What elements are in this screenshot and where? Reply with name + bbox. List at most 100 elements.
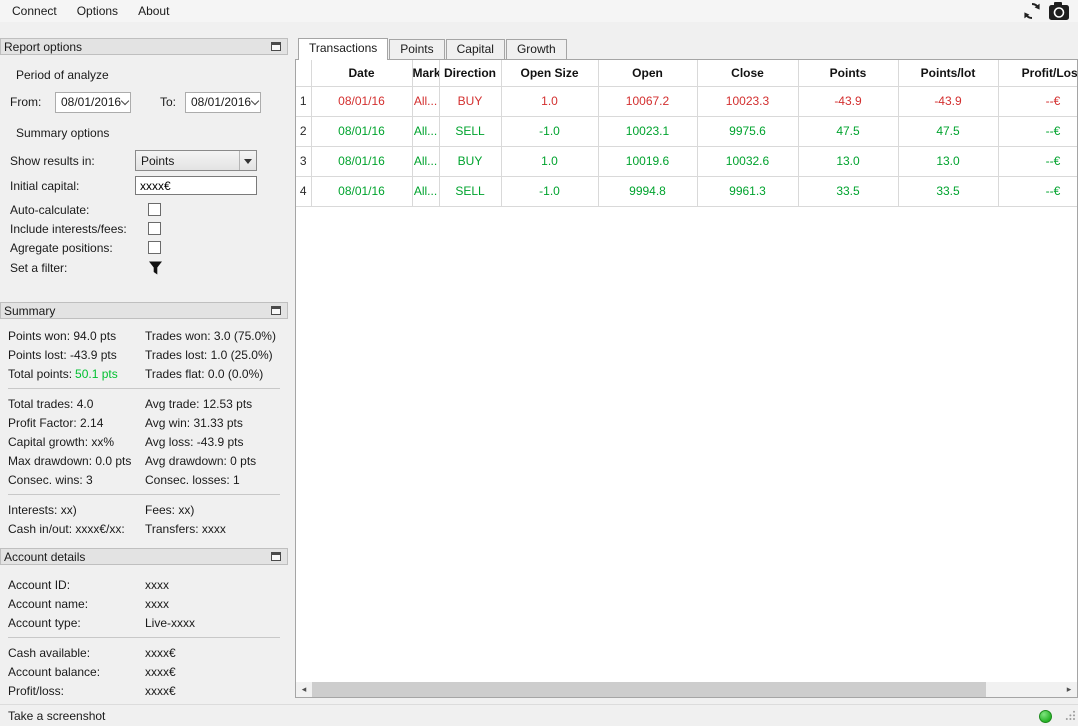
tab-growth[interactable]: Growth <box>505 39 567 59</box>
row-number[interactable]: 1 <box>296 86 312 117</box>
tab-bar: Transactions Points Capital Growth <box>295 38 1078 60</box>
summary-body: Points won: 94.0 pts Trades won: 3.0 (75… <box>0 319 288 548</box>
table-header-row: Date Market Direction Open Size Open Clo… <box>296 60 1077 87</box>
tab-transactions[interactable]: Transactions <box>298 38 389 60</box>
table-row[interactable]: 2 08/01/16 All... SELL -1.0 10023.1 9975… <box>296 116 1077 147</box>
cell-open: 10067.2 <box>598 86 698 117</box>
include-interests-row: Include interests/fees: <box>10 221 288 236</box>
table-row[interactable]: 1 08/01/16 All... BUY 1.0 10067.2 10023.… <box>296 86 1077 117</box>
account-row: Account name: xxxx <box>8 594 282 613</box>
stat-points-lost: Points lost: -43.9 pts <box>8 347 117 362</box>
status-bar: Take a screenshot <box>0 704 1078 726</box>
stat-max-drawdown: Max drawdown: 0.0 pts <box>8 453 132 468</box>
table-row[interactable]: 4 08/01/16 All... SELL -1.0 9994.8 9961.… <box>296 176 1077 207</box>
menu-about[interactable]: About <box>128 1 179 21</box>
row-number[interactable]: 4 <box>296 176 312 207</box>
cash-available-value: xxxx€ <box>145 645 176 660</box>
cell-open: 10023.1 <box>598 116 698 147</box>
account-id-value: xxxx <box>145 577 169 592</box>
column-header-open[interactable]: Open <box>598 60 698 87</box>
to-label: To: <box>160 95 177 109</box>
row-number[interactable]: 3 <box>296 146 312 177</box>
panel-header-account-details[interactable]: Account details <box>0 548 288 565</box>
float-panel-icon[interactable] <box>271 306 281 315</box>
float-panel-icon[interactable] <box>271 552 281 561</box>
account-id-label: Account ID: <box>8 577 71 592</box>
panel-account-details: Account details Account ID: xxxx Account… <box>0 548 288 700</box>
column-header-close[interactable]: Close <box>697 60 799 87</box>
show-results-value: Points <box>141 153 175 168</box>
screenshot-camera-icon[interactable] <box>1048 1 1070 21</box>
account-balance-value: xxxx€ <box>145 664 176 679</box>
stat-row: Interests: xx) Fees: xx) <box>8 500 282 519</box>
column-header-date[interactable]: Date <box>311 60 413 87</box>
divider <box>8 388 280 389</box>
cell-close: 10023.3 <box>697 86 799 117</box>
include-interests-fees-label: Include interests/fees: <box>10 221 127 236</box>
stat-capital-growth: Capital growth: xx% <box>8 434 115 449</box>
chevron-down-icon <box>251 98 255 106</box>
cell-close: 10032.6 <box>697 146 799 177</box>
show-results-label: Show results in: <box>10 153 95 168</box>
profit-loss-label: Profit/loss: <box>8 683 65 698</box>
connection-status-dot <box>1039 710 1052 723</box>
stat-avg-win: Avg win: 31.33 pts <box>145 415 243 430</box>
agregate-positions-checkbox[interactable] <box>148 241 161 254</box>
table-row[interactable]: 3 08/01/16 All... BUY 1.0 10019.6 10032.… <box>296 146 1077 177</box>
column-header-points[interactable]: Points <box>798 60 899 87</box>
account-row: Cash available: xxxx€ <box>8 643 282 662</box>
scrollbar-thumb[interactable] <box>312 682 987 697</box>
from-date-select[interactable]: 08/01/2016 <box>55 91 131 113</box>
menu-options[interactable]: Options <box>67 1 128 21</box>
cell-points: 33.5 <box>798 176 899 207</box>
horizontal-scrollbar[interactable]: ◂ ▸ <box>296 682 1077 697</box>
stat-avg-loss: Avg loss: -43.9 pts <box>145 434 244 449</box>
agregate-positions-label: Agregate positions: <box>10 240 113 255</box>
initial-capital-input[interactable] <box>135 176 257 195</box>
report-options-body: Period of analyze From: 08/01/2016 To: 0… <box>0 68 288 302</box>
scroll-right-arrow-icon[interactable]: ▸ <box>1061 682 1077 697</box>
stat-points-won: Points won: 94.0 pts <box>8 328 117 343</box>
auto-calculate-checkbox[interactable] <box>148 203 161 216</box>
menu-bar: Connect Options About <box>0 0 1078 22</box>
cell-open-size: -1.0 <box>501 176 599 207</box>
cell-points-lot: 47.5 <box>898 116 999 147</box>
cell-market: All... <box>412 146 440 177</box>
tab-capital[interactable]: Capital <box>445 39 505 59</box>
scrollbar-track[interactable] <box>312 682 1061 697</box>
total-points-value: 50.1 pts <box>75 366 118 381</box>
to-date-select[interactable]: 08/01/2016 <box>185 91 261 113</box>
show-results-row: Show results in: Points <box>10 150 288 171</box>
column-header-direction[interactable]: Direction <box>439 60 502 87</box>
panel-title-account-details: Account details <box>4 549 86 564</box>
column-header-open-size[interactable]: Open Size <box>501 60 599 87</box>
stat-avg-drawdown: Avg drawdown: 0 pts <box>145 453 257 468</box>
stat-row: Points lost: -43.9 pts Trades lost: 1.0 … <box>8 345 282 364</box>
stat-row: Consec. wins: 3 Consec. losses: 1 <box>8 470 282 489</box>
show-results-select[interactable]: Points <box>135 150 257 171</box>
resize-grip-icon[interactable] <box>1065 710 1076 724</box>
scroll-left-arrow-icon[interactable]: ◂ <box>296 682 312 697</box>
cell-direction: SELL <box>439 176 502 207</box>
panel-header-report-options[interactable]: Report options <box>0 38 288 55</box>
column-header-market[interactable]: Market <box>412 60 440 87</box>
include-interests-fees-checkbox[interactable] <box>148 222 161 235</box>
stat-row: Total trades: 4.0 Avg trade: 12.53 pts <box>8 394 282 413</box>
panel-header-summary[interactable]: Summary <box>0 302 288 319</box>
set-filter-row: Set a filter: <box>10 259 288 277</box>
menu-connect[interactable]: Connect <box>2 1 67 21</box>
cell-profit-loss: --€ <box>998 146 1077 177</box>
cell-profit-loss: --€ <box>998 86 1077 117</box>
tab-points[interactable]: Points <box>389 39 445 59</box>
account-details-body: Account ID: xxxx Account name: xxxx Acco… <box>0 565 288 700</box>
stat-consec-wins: Consec. wins: 3 <box>8 472 93 487</box>
column-header-points-lot[interactable]: Points/lot <box>898 60 999 87</box>
stat-interests: Interests: xx) <box>8 502 77 517</box>
column-header-profit-loss[interactable]: Profit/Loss <box>998 60 1077 87</box>
from-label: From: <box>10 95 42 109</box>
filter-funnel-icon[interactable] <box>148 260 163 276</box>
float-panel-icon[interactable] <box>271 42 281 51</box>
row-number[interactable]: 2 <box>296 116 312 147</box>
cell-market: All... <box>412 116 440 147</box>
refresh-icon[interactable] <box>1023 2 1041 20</box>
